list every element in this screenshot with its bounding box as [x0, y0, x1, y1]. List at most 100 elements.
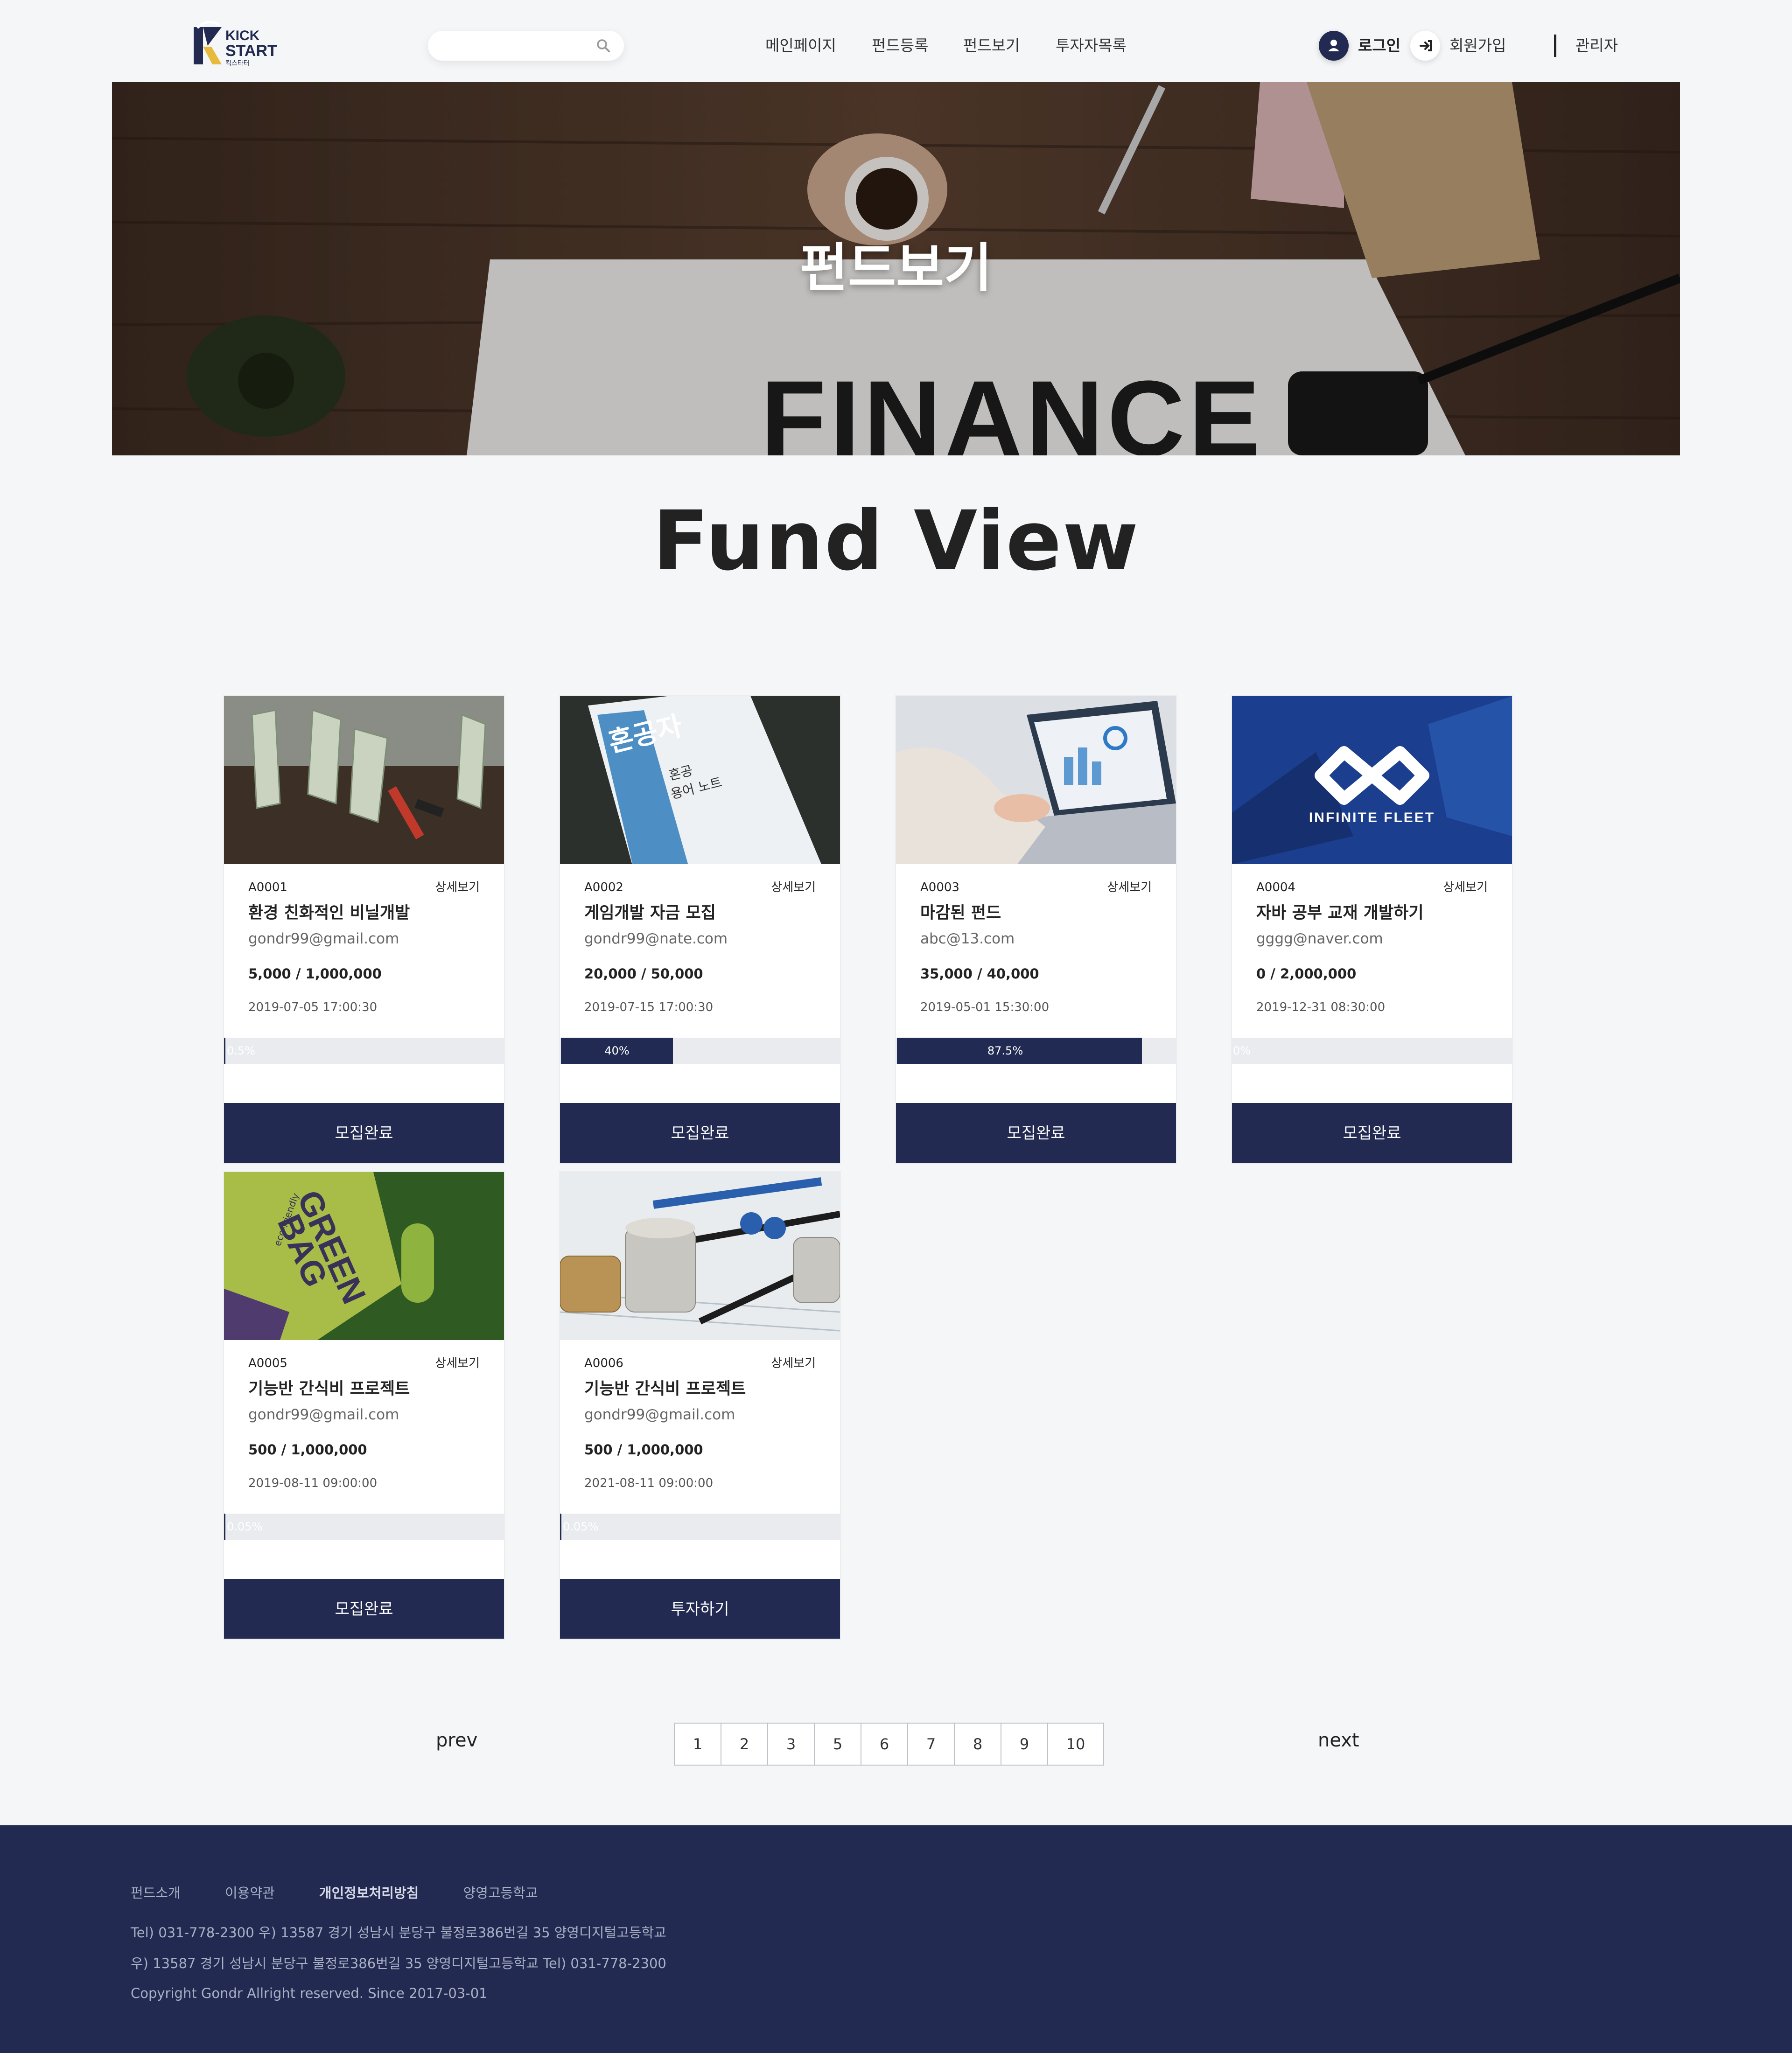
- site-header: KICK START 킥스타터 메인페이지 펀드등록 펀드보기 투자자목록 로그…: [0, 0, 1792, 82]
- sign-in-icon[interactable]: [1410, 31, 1440, 61]
- fund-title: 기능반 간식비 프로젝트: [248, 1380, 410, 1398]
- fund-title: 자바 공부 교재 개발하기: [1256, 904, 1424, 922]
- fund-card: INFINITE FLEET A0004 상세보기 자바 공부 교재 개발하기 …: [1232, 696, 1512, 1163]
- nav-fund-view[interactable]: 펀드보기: [963, 33, 1020, 59]
- search-icon[interactable]: [596, 38, 611, 53]
- fund-amount: 500 / 1,000,000: [248, 1442, 367, 1458]
- detail-link[interactable]: 상세보기: [771, 1355, 816, 1372]
- fund-amount: 0 / 2,000,000: [1256, 966, 1357, 982]
- nav-investor-list[interactable]: 투자자목록: [1056, 33, 1127, 59]
- footer-link-privacy[interactable]: 개인정보처리방침: [319, 1885, 419, 1901]
- page-link[interactable]: 5: [815, 1724, 861, 1765]
- progress-fill: [224, 1038, 225, 1064]
- progress-fill: [560, 1514, 561, 1540]
- fund-email: gondr99@nate.com: [584, 930, 728, 947]
- progress-label: 0.5%: [227, 1044, 255, 1057]
- fund-email: abc@13.com: [920, 930, 1015, 947]
- fund-date: 2019-07-05 17:00:30: [248, 1000, 378, 1014]
- progress-fill: [224, 1514, 225, 1540]
- fund-title: 게임개발 자금 모집: [584, 904, 716, 922]
- svg-text:KICK: KICK: [225, 28, 260, 43]
- fund-date: 2019-12-31 08:30:00: [1256, 1000, 1386, 1014]
- fund-date: 2019-08-11 09:00:00: [248, 1476, 378, 1490]
- page: { "header": { "logo": { "line1": "KICK",…: [0, 0, 1792, 2053]
- fund-amount: 500 / 1,000,000: [584, 1442, 703, 1458]
- detail-link[interactable]: 상세보기: [435, 1355, 480, 1372]
- kickstart-logo[interactable]: KICK START 킥스타터: [189, 19, 292, 70]
- fund-image-infinite-fleet[interactable]: INFINITE FLEET: [1232, 696, 1512, 864]
- fund-id: A0005: [248, 1356, 287, 1370]
- svg-text:킥스타터: 킥스타터: [225, 60, 250, 67]
- nav-main-page[interactable]: 메인페이지: [765, 33, 836, 59]
- fund-title: 환경 친화적인 비닐개발: [248, 904, 410, 922]
- fund-card: A0001 상세보기 환경 친화적인 비닐개발 gondr99@gmail.co…: [224, 696, 504, 1163]
- fund-card: GREEN BAG eco-friendly A0005 상세보기 기능반 간식…: [224, 1172, 504, 1639]
- detail-link[interactable]: 상세보기: [771, 879, 816, 896]
- page-link[interactable]: 6: [861, 1724, 908, 1765]
- pagination: 1 2 3 5 6 7 8 9 10: [674, 1723, 1104, 1766]
- nav-fund-register[interactable]: 펀드등록: [872, 33, 928, 59]
- fund-amount: 5,000 / 1,000,000: [248, 966, 382, 982]
- login-link[interactable]: 로그인: [1358, 33, 1400, 59]
- page-link[interactable]: 1: [675, 1724, 721, 1765]
- fund-status-button[interactable]: 모집완료: [1232, 1103, 1512, 1163]
- site-footer: 펀드소개 이용약관 개인정보처리방침 양영고등학교 Tel) 031-778-2…: [0, 1825, 1792, 2053]
- admin-link[interactable]: 관리자: [1575, 33, 1618, 59]
- footer-link-terms[interactable]: 이용약관: [225, 1885, 275, 1901]
- fund-card: 혼공자 혼공 용어 노트 A0002 상세보기 게임개발 자금 모집 gondr…: [560, 696, 840, 1163]
- user-icon[interactable]: [1319, 31, 1349, 61]
- page-link[interactable]: 3: [768, 1724, 815, 1765]
- fund-date: 2021-08-11 09:00:00: [584, 1476, 714, 1490]
- next-link[interactable]: next: [1318, 1726, 1359, 1754]
- fund-id: A0001: [248, 880, 287, 894]
- prev-link[interactable]: prev: [436, 1726, 477, 1754]
- svg-text:START: START: [225, 42, 277, 60]
- fund-email: gondr99@gmail.com: [584, 1406, 735, 1423]
- detail-link[interactable]: 상세보기: [1443, 879, 1488, 896]
- search-input[interactable]: [442, 35, 593, 57]
- fund-email: gondr99@gmail.com: [248, 1406, 399, 1423]
- page-link[interactable]: 9: [1001, 1724, 1048, 1765]
- fund-email: gggg@naver.com: [1256, 930, 1383, 947]
- svg-text:INFINITE FLEET: INFINITE FLEET: [1309, 810, 1435, 825]
- progress-label: 0.05%: [227, 1520, 263, 1533]
- fund-status-button[interactable]: 모집완료: [560, 1103, 840, 1163]
- invest-button[interactable]: 투자하기: [560, 1579, 840, 1639]
- footer-link-school[interactable]: 양영고등학교: [463, 1885, 538, 1901]
- progress-bar: 0%: [1232, 1038, 1512, 1064]
- footer-link-fund-intro[interactable]: 펀드소개: [131, 1885, 181, 1901]
- fund-date: 2019-05-01 15:30:00: [920, 1000, 1050, 1014]
- progress-bar: 0.05%: [224, 1514, 504, 1540]
- footer-contact-line: Tel) 031-778-2300 우) 13587 경기 성남시 분당구 불정…: [131, 1925, 666, 1941]
- progress-label: 87.5%: [987, 1044, 1023, 1057]
- page-link[interactable]: 8: [955, 1724, 1001, 1765]
- progress-label: 0.05%: [563, 1520, 599, 1533]
- fund-status-button[interactable]: 모집완료: [224, 1103, 504, 1163]
- footer-links: 펀드소개 이용약관 개인정보처리방침 양영고등학교: [131, 1881, 578, 1905]
- progress-bar: 40%: [560, 1038, 840, 1064]
- detail-link[interactable]: 상세보기: [1107, 879, 1152, 896]
- fund-image-notebook[interactable]: 혼공자 혼공 용어 노트: [560, 696, 840, 864]
- fund-image-laptop[interactable]: [896, 696, 1176, 864]
- progress-bar: 0.05%: [560, 1514, 840, 1540]
- fund-card: A0006 상세보기 기능반 간식비 프로젝트 gondr99@gmail.co…: [560, 1172, 840, 1639]
- page-link[interactable]: 10: [1048, 1724, 1103, 1765]
- section-title: Fund View: [652, 493, 1140, 589]
- progress-label: 0%: [1233, 1044, 1251, 1057]
- header-divider: [1554, 35, 1556, 57]
- hero-title: 펀드보기: [799, 238, 993, 299]
- fund-image-green-bag[interactable]: GREEN BAG eco-friendly: [224, 1172, 504, 1340]
- page-link[interactable]: 2: [721, 1724, 768, 1765]
- progress-bar: 87.5%: [896, 1038, 1176, 1064]
- fund-title: 기능반 간식비 프로젝트: [584, 1380, 746, 1398]
- detail-link[interactable]: 상세보기: [435, 879, 480, 896]
- fund-image-coins[interactable]: [560, 1172, 840, 1340]
- fund-status-button[interactable]: 모집완료: [896, 1103, 1176, 1163]
- fund-status-button[interactable]: 모집완료: [224, 1579, 504, 1639]
- search-bar[interactable]: [428, 31, 624, 61]
- signup-link[interactable]: 회원가입: [1449, 33, 1506, 59]
- fund-id: A0004: [1256, 880, 1295, 894]
- page-link[interactable]: 7: [908, 1724, 955, 1765]
- fund-amount: 20,000 / 50,000: [584, 966, 703, 982]
- fund-image-money-sprouts[interactable]: [224, 696, 504, 864]
